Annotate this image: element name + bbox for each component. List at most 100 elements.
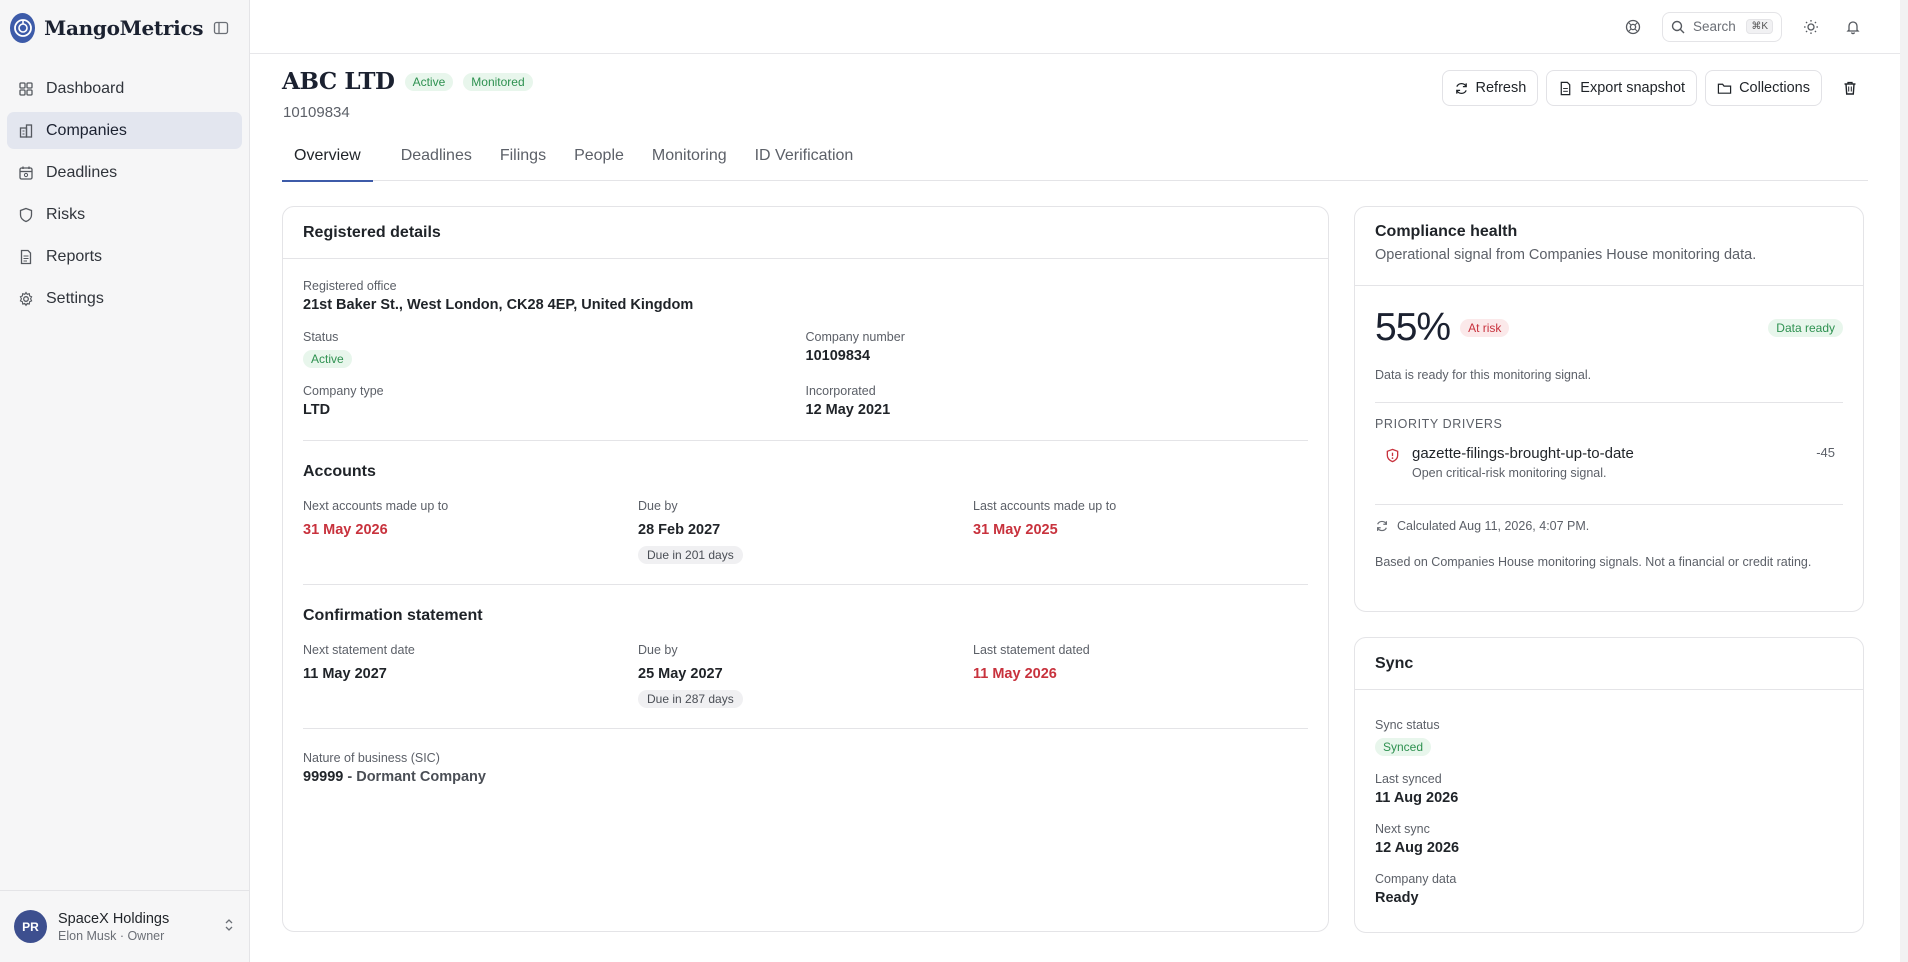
sync-title: Sync — [1355, 638, 1863, 690]
next-accounts-label: Next accounts made up to — [303, 499, 449, 513]
shield-alert-icon — [1386, 448, 1399, 463]
tab-overview[interactable]: Overview — [282, 147, 373, 182]
brand-logo-icon — [10, 13, 36, 43]
sidebar-item-reports[interactable]: Reports — [7, 238, 242, 275]
statement-due-pill: Due in 287 days — [638, 690, 743, 708]
app-root: MangoMetrics Dashboard Companies Deadlin… — [0, 0, 1908, 962]
next-statement-label: Next statement date — [303, 643, 415, 657]
header-actions: Refresh Export snapshot Collections — [1441, 68, 1869, 106]
sidebar-item-companies[interactable]: Companies — [7, 112, 242, 149]
status-badge: Active — [404, 72, 454, 91]
sidebar-item-label: Settings — [46, 289, 104, 307]
accounts-due-label: Due by — [638, 499, 678, 513]
incorporated-value: 12 May 2021 — [805, 402, 891, 418]
health-note: Data is ready for this monitoring signal… — [1375, 368, 1592, 382]
sidebar-item-settings[interactable]: Settings — [7, 280, 242, 317]
sidebar-item-deadlines[interactable]: Deadlines — [7, 154, 242, 191]
tab-id-verification[interactable]: ID Verification — [755, 147, 854, 181]
next-sync-value: 12 Aug 2026 — [1375, 840, 1460, 856]
sidebar: MangoMetrics Dashboard Companies Deadlin… — [0, 0, 250, 962]
divider — [1375, 504, 1843, 505]
refresh-icon — [1455, 82, 1467, 94]
search-icon — [1671, 20, 1685, 33]
tab-bar: Overview Deadlines Filings People Monito… — [282, 147, 1868, 182]
tab-deadlines[interactable]: Deadlines — [401, 147, 472, 181]
confirmation-title: Confirmation statement — [303, 607, 483, 624]
priority-driver-item[interactable]: gazette-filings-brought-up-to-date Open … — [1375, 445, 1843, 480]
sic-description: Dormant Company — [356, 769, 486, 785]
theme-toggle-icon[interactable] — [1798, 14, 1824, 40]
compliance-health-card: Compliance health Operational signal fro… — [1354, 206, 1864, 612]
next-sync-label: Next sync — [1375, 822, 1430, 836]
driver-impact: -45 — [1816, 445, 1835, 460]
refresh-label: Refresh — [1475, 80, 1527, 96]
grid-icon — [19, 81, 33, 96]
incorporated-label: Incorporated — [805, 384, 876, 398]
brand: MangoMetrics — [0, 0, 249, 56]
last-statement-label: Last statement dated — [973, 643, 1090, 657]
accounts-due-value: 28 Feb 2027 — [638, 522, 721, 538]
avatar: PR — [14, 910, 47, 943]
overview-grid: Registered details Registered office 21s… — [282, 206, 1868, 933]
calendar-icon — [19, 166, 33, 180]
tab-monitoring[interactable]: Monitoring — [652, 147, 727, 181]
main: Search ⌘K ABC LTD Active Monitored 10109… — [250, 0, 1908, 962]
registered-office-value: 21st Baker St., West London, CK28 4EP, U… — [303, 297, 694, 313]
page-content: ABC LTD Active Monitored 10109834 Refres… — [250, 54, 1908, 962]
org-name: SpaceX Holdings — [58, 910, 170, 927]
company-number-label: Company number — [805, 330, 905, 344]
driver-name: gazette-filings-brought-up-to-date — [1412, 445, 1634, 462]
export-label: Export snapshot — [1580, 80, 1686, 96]
sidebar-collapse-icon[interactable] — [212, 18, 229, 38]
calculated-timestamp: Calculated Aug 11, 2026, 4:07 PM. — [1397, 519, 1590, 533]
driver-description: Open critical-risk monitoring signal. — [1412, 466, 1607, 480]
sic-code: 99999 — [303, 769, 344, 785]
registered-office-label: Registered office — [303, 279, 397, 293]
company-data-label: Company data — [1375, 872, 1457, 886]
health-subtitle: Operational signal from Companies House … — [1375, 247, 1757, 263]
refresh-button[interactable]: Refresh — [1441, 70, 1539, 106]
sic-separator: - — [343, 769, 357, 785]
last-statement-value: 11 May 2026 — [973, 666, 1057, 682]
card-title: Registered details — [283, 207, 1328, 259]
company-number-value: 10109834 — [805, 348, 871, 364]
search-shortcut: ⌘K — [1746, 19, 1773, 34]
org-switcher[interactable]: PR SpaceX Holdings Elon Musk · Owner — [0, 890, 249, 962]
last-synced-value: 11 Aug 2026 — [1375, 790, 1459, 806]
chevron-up-down-icon — [223, 918, 235, 935]
company-number-subtitle: 10109834 — [283, 104, 350, 121]
sync-card: Sync Sync status Synced Last synced 11 A… — [1354, 637, 1864, 933]
data-ready-badge: Data ready — [1768, 319, 1843, 337]
org-user: Elon Musk · Owner — [58, 928, 165, 943]
monitored-badge: Monitored — [463, 72, 533, 91]
next-accounts-value: 31 May 2026 — [303, 522, 388, 538]
sidebar-item-risks[interactable]: Risks — [7, 196, 242, 233]
bell-icon[interactable] — [1840, 14, 1866, 40]
sync-status-label: Sync status — [1375, 718, 1440, 732]
help-icon[interactable] — [1620, 14, 1646, 40]
accounts-title: Accounts — [303, 463, 376, 480]
refresh-icon — [1377, 520, 1387, 532]
health-score: 55% — [1375, 306, 1451, 349]
search-label: Search — [1693, 19, 1736, 34]
statement-due-value: 25 May 2027 — [638, 666, 723, 682]
sidebar-item-dashboard[interactable]: Dashboard — [7, 70, 242, 107]
file-text-icon — [20, 249, 32, 264]
collections-button[interactable]: Collections — [1705, 70, 1822, 106]
search-input[interactable]: Search ⌘K — [1662, 11, 1782, 42]
sidebar-item-label: Risks — [46, 205, 86, 223]
status-label: Status — [303, 330, 339, 344]
sidebar-item-label: Dashboard — [46, 79, 125, 97]
tab-people[interactable]: People — [574, 147, 624, 181]
gear-icon — [19, 291, 33, 306]
export-snapshot-button[interactable]: Export snapshot — [1546, 70, 1698, 106]
health-footnote: Based on Companies House monitoring sign… — [1375, 555, 1812, 569]
shield-icon — [19, 207, 33, 222]
page-title: ABC LTD — [282, 68, 395, 95]
delete-icon[interactable] — [1832, 70, 1868, 106]
sidebar-item-label: Reports — [46, 247, 103, 265]
company-type-label: Company type — [303, 384, 384, 398]
next-statement-value: 11 May 2027 — [303, 666, 387, 682]
last-synced-label: Last synced — [1375, 772, 1442, 786]
tab-filings[interactable]: Filings — [500, 147, 546, 181]
